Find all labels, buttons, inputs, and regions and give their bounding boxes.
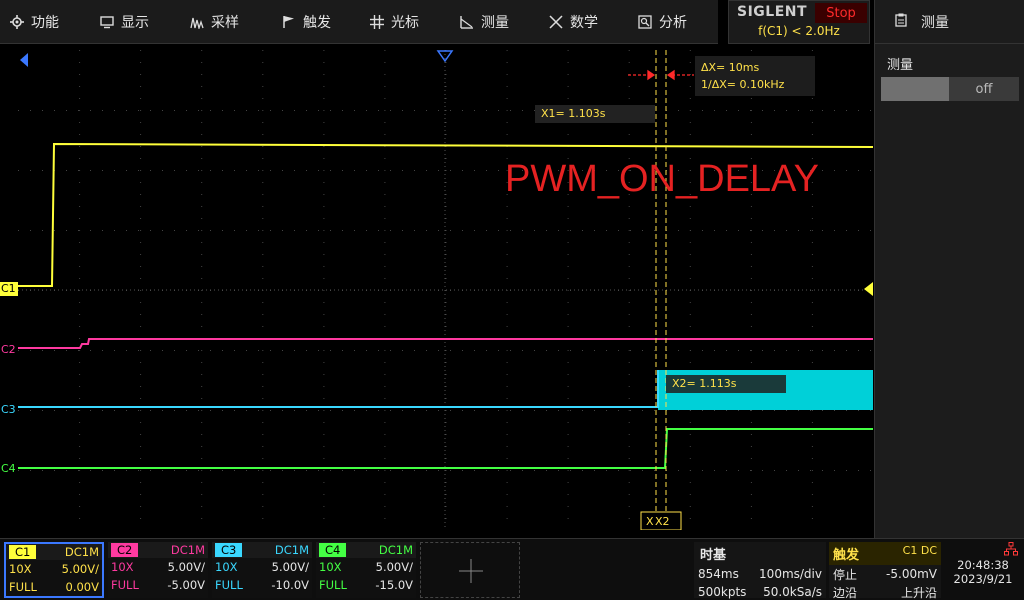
- ch1-offset: 0.00V: [65, 580, 99, 594]
- ch1-probe: 10X: [9, 562, 32, 576]
- ch2-bandwidth: FULL: [111, 578, 139, 592]
- memory-depth: 500kpts: [698, 585, 747, 599]
- menu-trigger-label: 触发: [303, 15, 331, 31]
- ch4-bandwidth: FULL: [319, 578, 347, 592]
- ch2-probe: 10X: [111, 560, 134, 574]
- menu-acquire[interactable]: 采样: [190, 0, 239, 44]
- ch3-scale: 5.00V/: [271, 560, 309, 574]
- menu-function[interactable]: 功能: [10, 0, 59, 44]
- measure-panel: 测量 测量 off: [874, 0, 1024, 538]
- timebase-title: 时基: [700, 548, 727, 563]
- flag-icon: [282, 15, 296, 29]
- ch3-offset: -10.0V: [271, 578, 309, 592]
- ch1-bandwidth: FULL: [9, 580, 37, 594]
- menu-function-label: 功能: [31, 15, 59, 31]
- ch2-tag: C2: [111, 543, 139, 557]
- delta-x-value: ΔX= 10ms: [701, 61, 760, 74]
- menu-analysis-label: 分析: [659, 15, 687, 31]
- sample-rate: 50.0kSa/s: [763, 585, 822, 599]
- c2-offset-label[interactable]: C2: [0, 343, 18, 357]
- channel-2-settings[interactable]: C2 DC1M 10X 5.00V/ FULL -5.00V: [108, 542, 208, 598]
- toggle-knob: [881, 77, 949, 101]
- ch3-bandwidth: FULL: [215, 578, 243, 592]
- monitor-icon: [100, 15, 114, 29]
- sampling-icon: [190, 15, 204, 29]
- measure-panel-header[interactable]: 测量: [875, 0, 1024, 44]
- menu-display[interactable]: 显示: [100, 0, 149, 44]
- ch1-scale: 5.00V/: [61, 562, 99, 576]
- cursor-x1-readout: X1= 1.103s: [535, 105, 655, 123]
- analysis-icon: [638, 15, 652, 29]
- timebase-panel[interactable]: 时基 854ms 100ms/div 500kpts 50.0kSa/s: [694, 542, 826, 599]
- cursor-x2-readout: X2= 1.113s: [666, 375, 786, 393]
- bottom-status-bar: C1 DC1M 10X 5.00V/ FULL 0.00V C2 DC1M 10X 5.0…: [0, 538, 1024, 600]
- ch2-coupling: DC1M: [170, 543, 205, 557]
- menu-measure[interactable]: 测量: [460, 0, 509, 44]
- add-channel-slot[interactable]: [420, 542, 520, 598]
- inv-delta-x-value: 1/ΔX= 0.10kHz: [701, 78, 785, 91]
- network-icon: [944, 542, 1022, 558]
- crosshair-icon: [370, 15, 384, 29]
- ch4-scale: 5.00V/: [375, 560, 413, 574]
- clock-panel: 20:48:38 2023/9/21: [944, 542, 1022, 598]
- menu-analysis[interactable]: 分析: [638, 0, 687, 44]
- c3-offset-label[interactable]: C3: [0, 403, 18, 417]
- ch4-offset: -15.0V: [375, 578, 413, 592]
- ch3-probe: 10X: [215, 560, 238, 574]
- menu-acquire-label: 采样: [211, 15, 239, 31]
- brand-logo: SIGLENT: [737, 4, 808, 20]
- menu-math[interactable]: 数学: [549, 0, 598, 44]
- trigger-type: 边沿: [833, 585, 858, 600]
- plus-icon: [459, 559, 483, 583]
- trigger-mode: 停止: [833, 567, 858, 582]
- toggle-value: off: [975, 81, 993, 97]
- gear-icon: [10, 15, 24, 29]
- measure-panel-title: 测量: [921, 14, 949, 31]
- menu-math-label: 数学: [570, 15, 598, 31]
- cursor-x2-marker: X2: [655, 515, 670, 528]
- trigger-frequency: f(C1) < 2.0Hz: [758, 24, 840, 38]
- ch2-offset: -5.00V: [167, 578, 205, 592]
- menu-cursors-label: 光标: [391, 15, 419, 31]
- trigger-level: -5.00mV: [886, 567, 937, 581]
- trigger-source: C1 DC: [902, 544, 937, 557]
- ch3-tag: C3: [215, 543, 243, 557]
- ch2-scale: 5.00V/: [167, 560, 205, 574]
- cursor-x-marker: X: [646, 515, 654, 528]
- math-icon: [549, 15, 563, 29]
- measure-toggle[interactable]: off: [881, 77, 1019, 101]
- ch4-tag: C4: [319, 543, 347, 557]
- trigger-title: 触发: [833, 548, 860, 563]
- run-stop-badge[interactable]: Stop: [815, 3, 867, 23]
- menu-display-label: 显示: [121, 15, 149, 31]
- timebase-delay: 854ms: [698, 567, 739, 581]
- trigger-panel[interactable]: 触发 C1 DC 停止 -5.00mV 边沿 上升沿: [829, 542, 941, 600]
- menu-measure-label: 测量: [481, 15, 509, 31]
- channel-4-settings[interactable]: C4 DC1M 10X 5.00V/ FULL -15.0V: [316, 542, 416, 598]
- menu-trigger[interactable]: 触发: [282, 0, 331, 44]
- channel-1-settings[interactable]: C1 DC1M 10X 5.00V/ FULL 0.00V: [4, 542, 104, 598]
- measure-section-label: 测量: [887, 58, 914, 73]
- channel-3-settings[interactable]: C3 DC1M 10X 5.00V/ FULL -10.0V: [212, 542, 312, 598]
- cursor-delta-readout: ΔX= 10ms 1/ΔX= 0.10kHz: [695, 56, 815, 96]
- waveform-display[interactable]: X X2: [18, 50, 873, 530]
- clock-time: 20:48:38: [957, 558, 1009, 572]
- c1-offset-label[interactable]: C1: [0, 282, 18, 296]
- menu-bar: 功能 显示 采样 触发 光标 测量 数学 分析: [0, 0, 718, 44]
- ch3-coupling: DC1M: [274, 543, 309, 557]
- trigger-slope: 上升沿: [900, 585, 937, 600]
- ch4-probe: 10X: [319, 560, 342, 574]
- ch4-coupling: DC1M: [378, 543, 413, 557]
- c4-offset-label[interactable]: C4: [0, 462, 18, 476]
- ch1-coupling: DC1M: [64, 545, 99, 559]
- status-box: SIGLENT Stop f(C1) < 2.0Hz: [728, 0, 870, 44]
- measure-icon: [460, 15, 474, 29]
- menu-cursors[interactable]: 光标: [370, 0, 419, 44]
- timebase-scale: 100ms/div: [759, 567, 822, 581]
- annotation-label: PWM_ON_DELAY: [505, 158, 819, 200]
- clipboard-icon: [895, 13, 907, 31]
- ch1-tag: C1: [9, 545, 37, 559]
- clock-date: 2023/9/21: [953, 572, 1013, 586]
